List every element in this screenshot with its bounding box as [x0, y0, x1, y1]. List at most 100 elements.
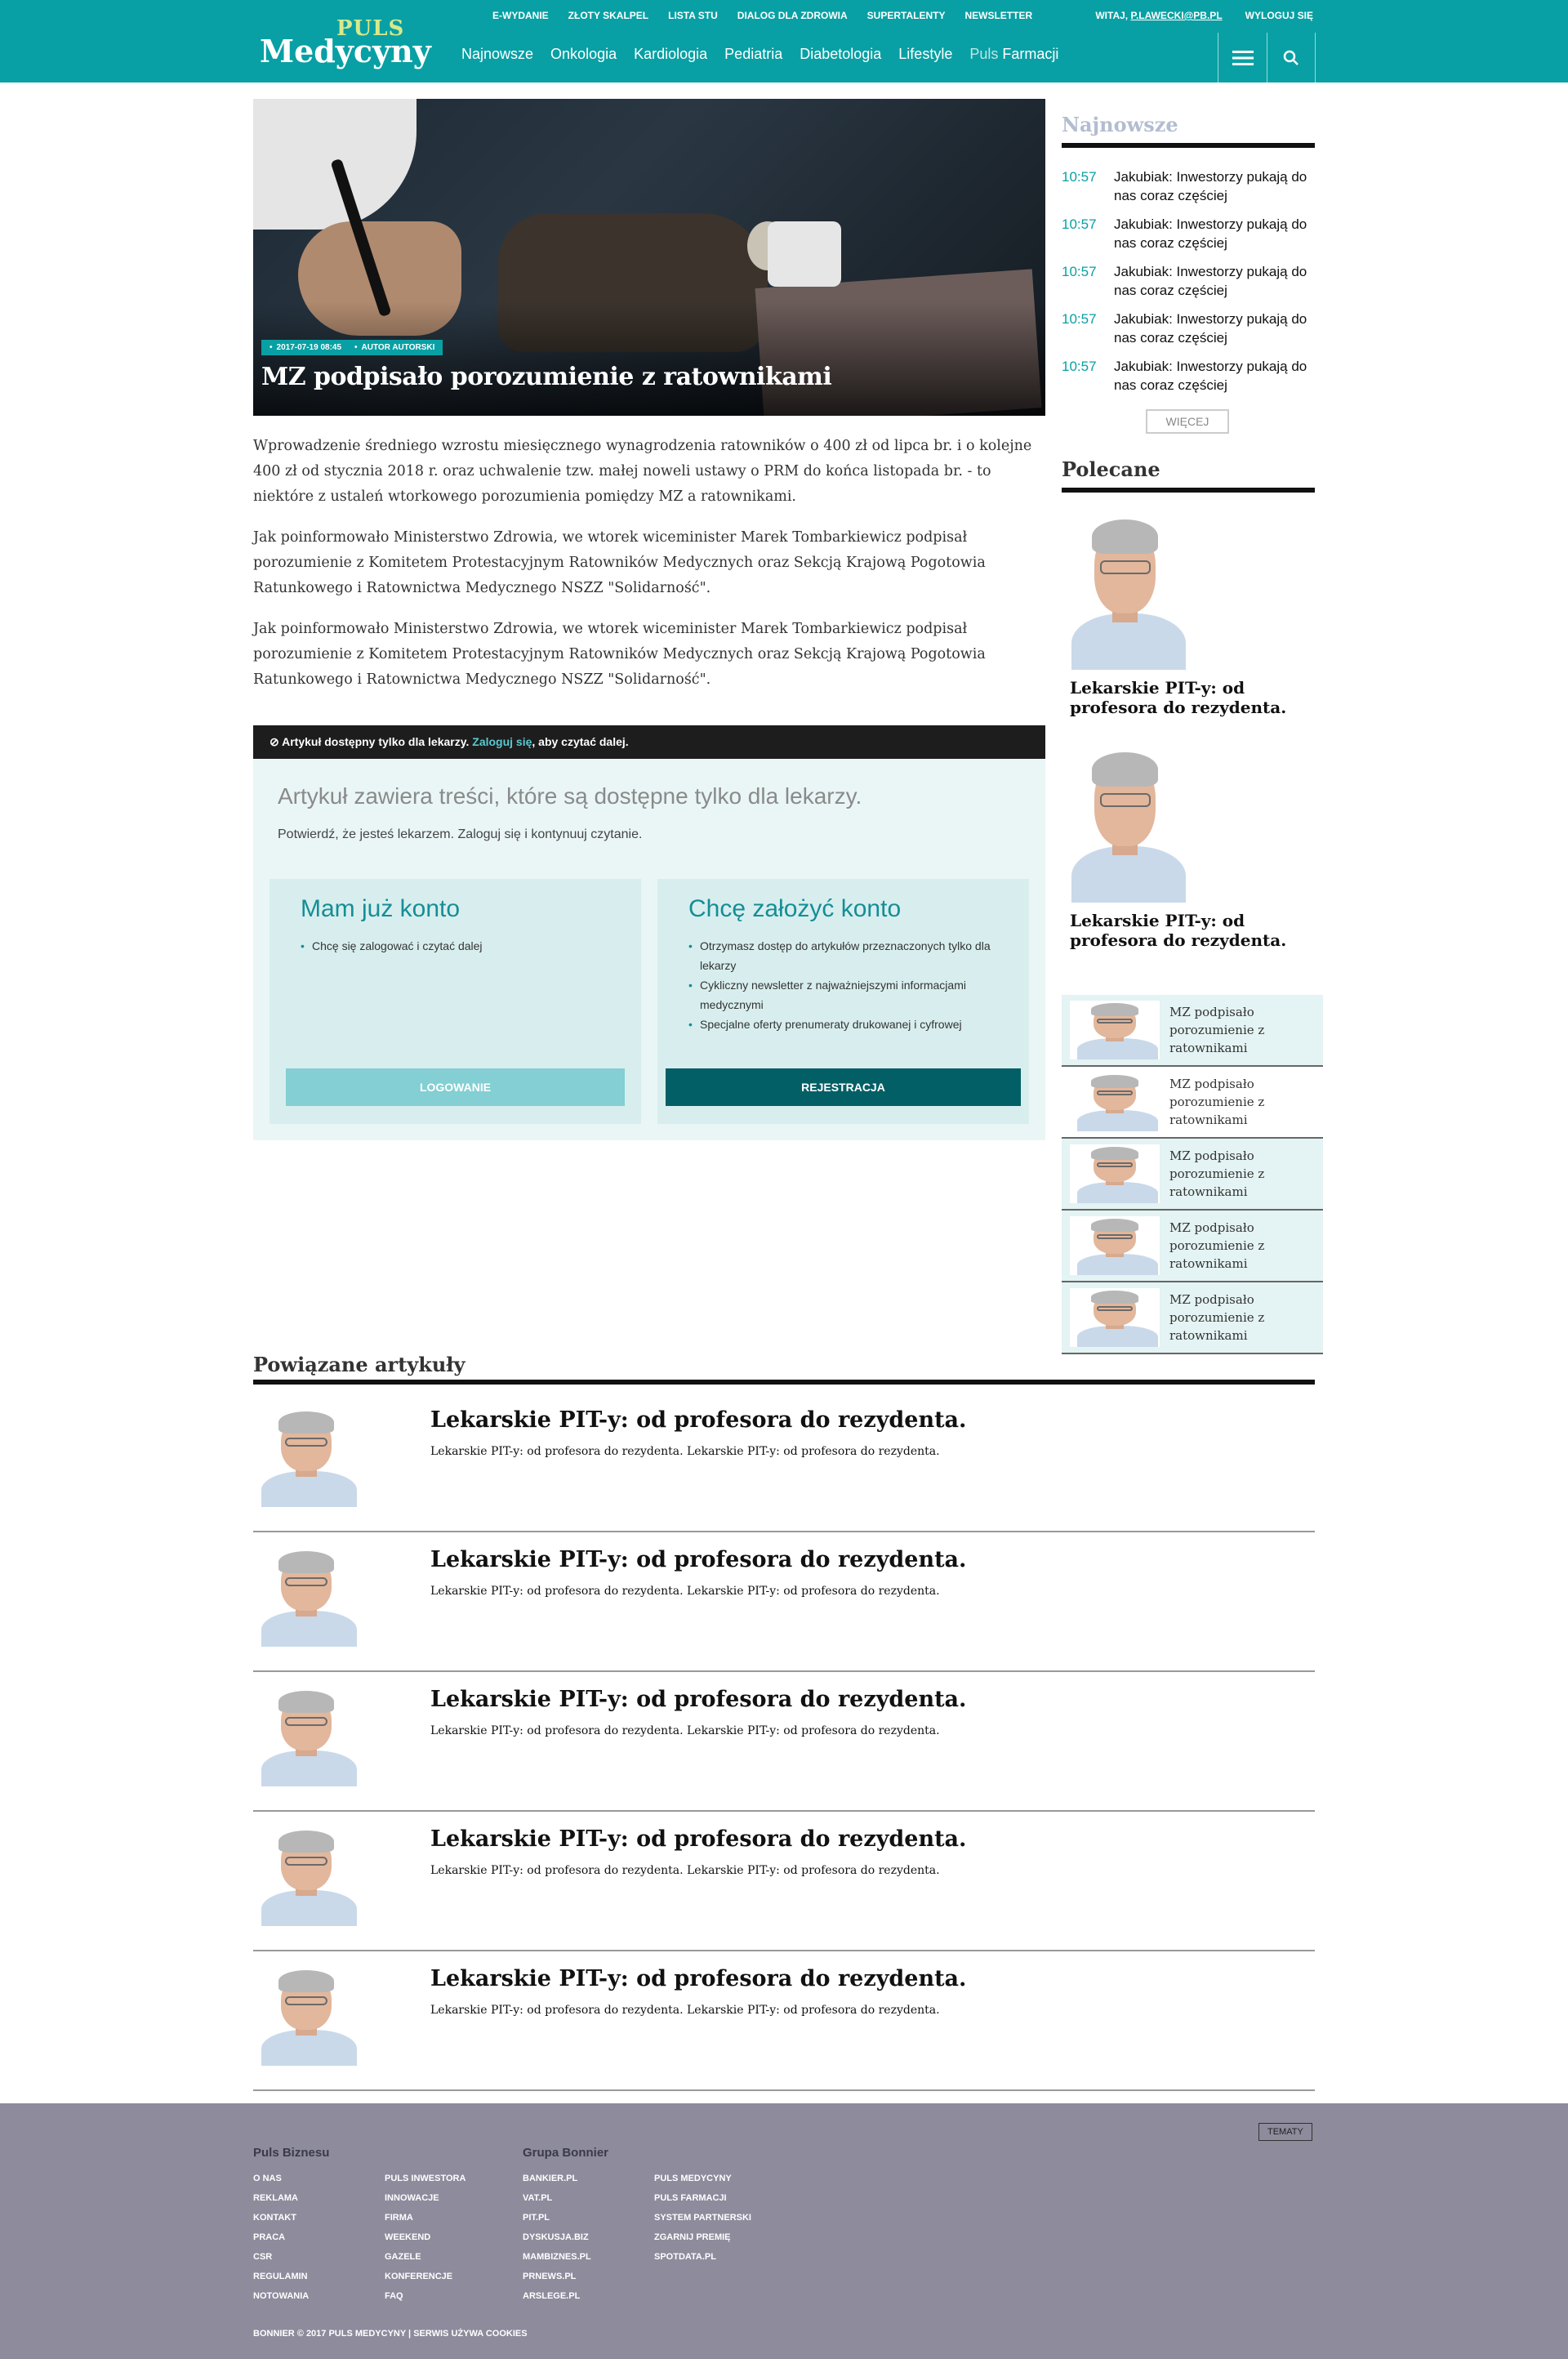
recommended-card[interactable]: Lekarskie PIT-y: od profesora do rezyden… — [1062, 513, 1315, 717]
nav-puls-farmacji[interactable]: Puls Farmacji — [969, 46, 1058, 63]
topics-button[interactable]: TEMATY — [1258, 2123, 1312, 2141]
related-item[interactable]: Lekarskie PIT-y: od profesora do rezyden… — [253, 1812, 1315, 1951]
footer-link[interactable]: INNOWACJE — [385, 2193, 439, 2203]
footer-link[interactable]: ARSLEGE.PL — [523, 2291, 580, 2301]
footer-link[interactable]: VAT.PL — [523, 2193, 552, 2203]
footer-link[interactable]: KONFERENCJE — [385, 2272, 452, 2281]
nav-onkologia[interactable]: Onkologia — [550, 46, 617, 63]
menu-button[interactable] — [1218, 33, 1267, 82]
related-item[interactable]: Lekarskie PIT-y: od profesora do rezyden… — [253, 1672, 1315, 1812]
related-item[interactable]: Lekarskie PIT-y: od profesora do rezyden… — [253, 1393, 1315, 1532]
logout-link[interactable]: WYLOGUJ SIĘ — [1245, 10, 1313, 21]
mini-article[interactable]: MZ podpisało porozumienie z ratownikami — [1062, 1282, 1323, 1354]
top-link-newsletter[interactable]: NEWSLETTER — [964, 10, 1032, 21]
paywall-box: Artykuł zawiera treści, które są dostępn… — [253, 759, 1045, 1140]
user-email-link[interactable]: P.LAWECKI@PB.PL — [1130, 10, 1222, 21]
nav-pediatria[interactable]: Pediatria — [724, 46, 782, 63]
hero-author: AUTOR AUTORSKI — [354, 343, 435, 352]
greeting-text: WITAJ, — [1095, 10, 1129, 21]
related-item[interactable]: Lekarskie PIT-y: od profesora do rezyden… — [253, 1951, 1315, 2091]
register-benefit-item: Cykliczny newsletter z najważniejszymi i… — [688, 975, 1015, 1015]
nav-lifestyle[interactable]: Lifestyle — [898, 46, 952, 63]
article-body: Wprowadzenie średniego wzrostu miesięczn… — [253, 434, 1037, 708]
top-link-zloty-skalpel[interactable]: ZŁOTY SKALPEL — [568, 10, 648, 21]
footer-link[interactable]: BANKIER.PL — [523, 2174, 577, 2183]
nav-diabetologia[interactable]: Diabetologia — [800, 46, 881, 63]
footer-link[interactable]: NOTOWANIA — [253, 2291, 309, 2301]
related-thumbnail — [253, 1826, 359, 1926]
footer-link[interactable]: KONTAKT — [253, 2213, 296, 2223]
farmacji-suffix: Farmacji — [1002, 46, 1059, 62]
footer-link[interactable]: DYSKUSJA.BIZ — [523, 2232, 589, 2242]
news-text: Jakubiak: Inwestorzy pukają do nas coraz… — [1114, 359, 1307, 393]
hero-image[interactable]: 2017-07-19 08:45 AUTOR AUTORSKI MZ podpi… — [253, 99, 1045, 416]
menu-icon — [1232, 50, 1254, 65]
footer-link[interactable]: WEEKEND — [385, 2232, 430, 2242]
login-benefit-item: Chcę się zalogować i czytać dalej — [301, 936, 627, 956]
news-item[interactable]: 10:57 Jakubiak: Inwestorzy pukają do nas … — [1062, 310, 1315, 347]
news-item[interactable]: 10:57 Jakubiak: Inwestorzy pukają do nas … — [1062, 357, 1315, 395]
footer-link[interactable]: PRNEWS.PL — [523, 2272, 576, 2281]
mini-article[interactable]: MZ podpisało porozumienie z ratownikami — [1062, 1067, 1323, 1139]
news-item[interactable]: 10:57 Jakubiak: Inwestorzy pukają do nas … — [1062, 215, 1315, 252]
top-link-ewydanie[interactable]: E-WYDANIE — [492, 10, 549, 21]
news-text: Jakubiak: Inwestorzy pukają do nas coraz… — [1114, 311, 1307, 346]
footer-link[interactable]: ZGARNIJ PREMIĘ — [654, 2232, 731, 2242]
footer-link[interactable]: PIT.PL — [523, 2213, 550, 2223]
mini-article-title: MZ podpisało porozumienie z ratownikami — [1169, 1220, 1265, 1271]
hero-shirt-cuff — [768, 221, 841, 287]
footer-links-1b: PULS INWESTORA INNOWACJE FIRMA WEEKEND G… — [385, 2169, 466, 2306]
mini-article[interactable]: MZ podpisało porozumienie z ratownikami — [1062, 1211, 1323, 1282]
top-link-supertalenty[interactable]: SUPERTALENTY — [867, 10, 946, 21]
site-logo[interactable]: PULS Medycyny — [260, 16, 439, 69]
footer-link[interactable]: PRACA — [253, 2232, 285, 2242]
mini-article[interactable]: MZ podpisało porozumienie z ratownikami — [1062, 1139, 1323, 1211]
footer-link[interactable]: SYSTEM PARTNERSKI — [654, 2213, 751, 2223]
footer-link[interactable]: FAQ — [385, 2291, 403, 2301]
news-text: Jakubiak: Inwestorzy pukają do nas coraz… — [1114, 216, 1307, 251]
paywall-login-link[interactable]: Zaloguj się — [472, 735, 532, 748]
nav-kardiologia[interactable]: Kardiologia — [634, 46, 707, 63]
news-time: 10:57 — [1062, 216, 1097, 232]
related-desc: Lekarskie PIT-y: od profesora do rezyden… — [430, 2004, 940, 2017]
footer-link[interactable]: GAZELE — [385, 2252, 421, 2262]
related-item[interactable]: Lekarskie PIT-y: od profesora do rezyden… — [253, 1532, 1315, 1672]
footer-link[interactable]: O NAS — [253, 2174, 282, 2183]
recommended-card[interactable]: Lekarskie PIT-y: od profesora do rezyden… — [1062, 746, 1315, 950]
hero-gradient — [253, 301, 1045, 416]
top-link-lista-stu[interactable]: LISTA STU — [668, 10, 718, 21]
footer-link[interactable]: CSR — [253, 2252, 272, 2262]
login-button[interactable]: LOGOWANIE — [286, 1068, 625, 1106]
login-benefits: Chcę się zalogować i czytać dalej — [301, 936, 627, 956]
top-link-dialog[interactable]: DIALOG DLA ZDROWIA — [737, 10, 848, 21]
footer-link[interactable]: REKLAMA — [253, 2193, 298, 2203]
newest-heading: Najnowsze — [1062, 113, 1315, 148]
site-footer: TEMATY Puls Biznesu O NAS REKLAMA KONTAK… — [0, 2103, 1568, 2359]
search-button[interactable] — [1267, 33, 1316, 82]
footer-link[interactable]: PULS FARMACJI — [654, 2193, 727, 2203]
mini-article[interactable]: MZ podpisało porozumienie z ratownikami — [1062, 995, 1323, 1067]
news-item[interactable]: 10:57 Jakubiak: Inwestorzy pukają do nas … — [1062, 167, 1315, 205]
news-time: 10:57 — [1062, 359, 1097, 374]
nav-najnowsze[interactable]: Najnowsze — [461, 46, 533, 63]
news-time: 10:57 — [1062, 169, 1097, 185]
related-desc: Lekarskie PIT-y: od profesora do rezyden… — [430, 1724, 940, 1737]
footer-link[interactable]: REGULAMIN — [253, 2272, 308, 2281]
register-benefits: Otrzymasz dostęp do artykułów przeznaczo… — [688, 936, 1015, 1034]
paywall-bar-prefix: Artykuł dostępny tylko dla lekarzy. — [282, 735, 470, 748]
news-text: Jakubiak: Inwestorzy pukają do nas coraz… — [1114, 264, 1307, 298]
footer-link[interactable]: PULS INWESTORA — [385, 2174, 466, 2183]
footer-link[interactable]: SPOTDATA.PL — [654, 2252, 716, 2262]
related-thumbnail — [253, 1407, 359, 1507]
footer-link[interactable]: FIRMA — [385, 2213, 413, 2223]
user-area: WITAJ, P.LAWECKI@PB.PL WYLOGUJ SIĘ — [1095, 10, 1313, 21]
register-button[interactable]: REJESTRACJA — [666, 1068, 1021, 1106]
news-item[interactable]: 10:57 Jakubiak: Inwestorzy pukają do nas … — [1062, 262, 1315, 300]
footer-link[interactable]: MAMBIZNES.PL — [523, 2252, 591, 2262]
more-news-button[interactable]: WIĘCEJ — [1146, 409, 1229, 434]
mini-article-title: MZ podpisało porozumienie z ratownikami — [1169, 1005, 1265, 1055]
footer-col-title-grupa-bonnier: Grupa Bonnier — [523, 2146, 609, 2160]
news-time: 10:57 — [1062, 264, 1097, 279]
footer-link[interactable]: PULS MEDYCYNY — [654, 2174, 732, 2183]
recommended-heading: Polecane — [1062, 457, 1315, 493]
